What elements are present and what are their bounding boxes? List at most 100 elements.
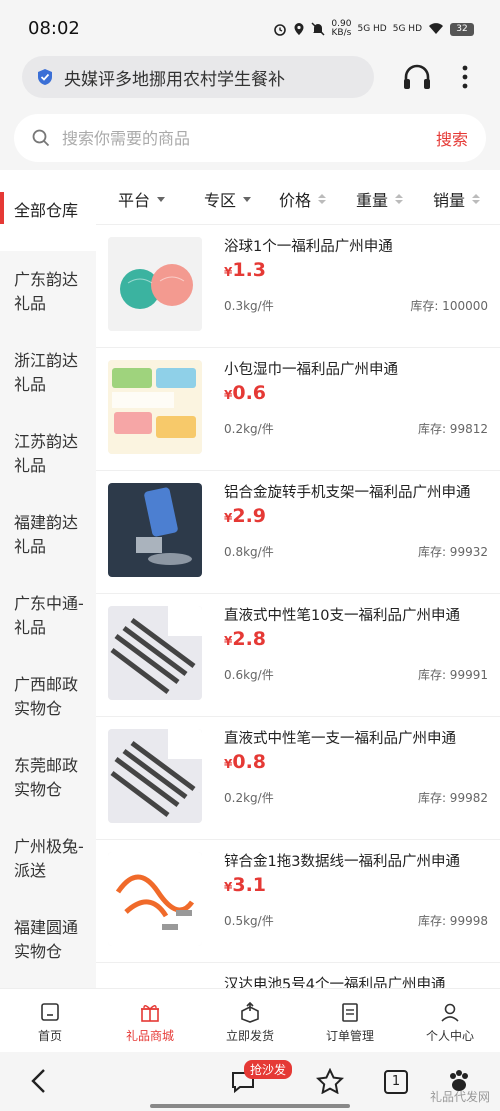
sidebar-item[interactable]: 广东中通-礼品 (0, 575, 96, 656)
tab-home[interactable]: 首页 (0, 989, 100, 1052)
sidebar-item-all[interactable]: 全部仓库 (0, 170, 96, 251)
search-area: 搜索 (0, 100, 500, 170)
product-image-cable (108, 852, 202, 946)
status-icons: 0.90 KB/s 5G HD 5G HD 32 (273, 20, 474, 38)
comment-badge: 抢沙发 (244, 1060, 293, 1079)
product-stock: 库存: 99998 (417, 914, 488, 928)
sidebar-item[interactable]: 福建圆通实物仓 (0, 899, 96, 980)
sidebar-item[interactable]: 广州极兔-派送 (0, 818, 96, 899)
mute-icon (311, 22, 325, 36)
tabs-counter[interactable]: 1 (384, 1070, 408, 1094)
signal-1: 5G HD (357, 23, 387, 34)
sort-sales[interactable]: 销量 (433, 187, 481, 211)
product-item[interactable]: 直液式中性笔10支一福利品广州申通 ¥2.8 0.6kg/件 库存: 99991 (96, 593, 500, 716)
product-name: 铝合金旋转手机支架一福利品广州申通 (224, 485, 471, 501)
product-image-bath-ball (108, 237, 202, 331)
search-input[interactable] (62, 128, 412, 148)
sort-arrows-icon (318, 194, 327, 204)
user-icon (441, 1003, 459, 1022)
more-options-icon[interactable] (460, 64, 470, 90)
star-icon[interactable] (316, 1068, 344, 1094)
headset-icon[interactable] (402, 64, 432, 90)
gift-icon (141, 1005, 159, 1022)
top-bar: 央媒评多地挪用农村学生餐补 (0, 52, 500, 100)
status-time: 08:02 (28, 18, 80, 39)
product-name: 锌合金1拖3数据线一福利品广州申通 (224, 854, 460, 870)
sidebar-item-label: 浙江韵达礼品 (14, 350, 79, 394)
alarm-icon (274, 24, 287, 36)
product-stock: 库存: 99991 (417, 668, 488, 682)
product-weight: 0.2kg/件 (224, 422, 274, 436)
search-button[interactable]: 搜索 (436, 126, 468, 150)
product-price: ¥3.1 (224, 874, 267, 896)
product-image-wet-wipes (108, 360, 202, 454)
tab-gift-mall[interactable]: 礼品商城 (100, 989, 200, 1052)
system-nav-bar: 抢沙发 1 礼品代发网 (0, 1052, 500, 1111)
product-item[interactable]: 锌合金1拖3数据线一福利品广州申通 ¥3.1 0.5kg/件 库存: 99998 (96, 839, 500, 962)
product-name: 直液式中性笔一支一福利品广州申通 (224, 731, 456, 747)
product-weight: 0.3kg/件 (224, 299, 274, 313)
product-weight: 0.8kg/件 (224, 545, 274, 559)
wifi-icon (429, 23, 443, 34)
product-name: 浴球1个一福利品广州申通 (224, 239, 393, 255)
back-icon[interactable] (30, 1068, 46, 1094)
sidebar-item-label: 广西邮政实物仓 (14, 674, 79, 718)
sort-price[interactable]: 价格 (279, 187, 327, 211)
home-icon (41, 1003, 59, 1021)
shield-icon (38, 69, 52, 85)
sidebar-item[interactable]: 广西邮政实物仓 (0, 656, 96, 737)
warehouse-sidebar: 全部仓库 广东韵达礼品 浙江韵达礼品 江苏韵达礼品 福建韵达礼品 广东中通-礼品… (0, 170, 96, 988)
dropdown-caret-icon (157, 196, 166, 202)
sidebar-item-label: 广东韵达礼品 (14, 269, 79, 313)
tab-profile[interactable]: 个人中心 (400, 989, 500, 1052)
product-list: 浴球1个一福利品广州申通 ¥1.3 0.3kg/件 库存: 100000 小包湿… (96, 224, 500, 988)
product-item[interactable]: 铝合金旋转手机支架一福利品广州申通 ¥2.9 0.8kg/件 库存: 99932 (96, 470, 500, 593)
watermark-text: 礼品代发网 (429, 1090, 490, 1104)
signal-2: 5G HD (392, 23, 422, 34)
sort-weight[interactable]: 重量 (356, 187, 404, 211)
sort-platform[interactable]: 平台 (118, 187, 166, 211)
sort-zone[interactable]: 专区 (204, 187, 252, 211)
product-item[interactable]: 浴球1个一福利品广州申通 ¥1.3 0.3kg/件 库存: 100000 (96, 224, 500, 347)
product-item[interactable]: 小包湿巾一福利品广州申通 ¥0.6 0.2kg/件 库存: 99812 (96, 347, 500, 470)
sidebar-item[interactable]: 江苏韵达礼品 (0, 413, 96, 494)
product-weight: 0.6kg/件 (224, 668, 274, 682)
product-weight: 0.5kg/件 (224, 914, 274, 928)
product-price: ¥1.3 (224, 259, 267, 281)
address-bar[interactable]: 央媒评多地挪用农村学生餐补 (22, 56, 374, 98)
product-stock: 库存: 99812 (417, 422, 488, 436)
clipboard-icon (342, 1003, 358, 1022)
gesture-handle[interactable] (150, 1104, 350, 1108)
sidebar-item-label: 福建圆通实物仓 (14, 917, 79, 961)
location-icon (294, 23, 304, 35)
sidebar-item-label: 江苏韵达礼品 (14, 431, 79, 475)
sort-arrows-icon (472, 194, 481, 204)
sidebar-item-label: 广东中通-礼品 (14, 593, 84, 637)
sidebar-item[interactable]: 福建韵达礼品 (0, 494, 96, 575)
sidebar-item[interactable]: 广东韵达礼品 (0, 251, 96, 332)
search-box: 搜索 (14, 114, 486, 162)
product-price: ¥0.8 (224, 751, 267, 773)
product-name: 汉达电池5号4个一福利品广州申通 (224, 977, 446, 988)
sidebar-item[interactable]: 东莞邮政实物仓 (0, 737, 96, 818)
product-image-gel-pen (108, 729, 202, 823)
product-item[interactable]: 直液式中性笔一支一福利品广州申通 ¥0.8 0.2kg/件 库存: 99982 (96, 716, 500, 839)
sidebar-item-label: 东莞邮政实物仓 (14, 755, 79, 799)
dropdown-caret-icon (243, 196, 252, 202)
battery-indicator: 32 (450, 22, 474, 36)
sidebar-item[interactable]: 浙江韵达礼品 (0, 332, 96, 413)
product-weight: 0.2kg/件 (224, 791, 274, 805)
tab-ship-now[interactable]: 立即发货 (200, 989, 300, 1052)
product-price: ¥0.6 (224, 382, 267, 404)
sort-arrows-icon (395, 194, 404, 204)
product-name: 直液式中性笔10支一福利品广州申通 (224, 608, 460, 624)
net-speed: 0.90 KB/s (331, 19, 352, 38)
product-image-gel-pens (108, 606, 202, 700)
tab-orders[interactable]: 订单管理 (300, 989, 400, 1052)
address-text: 央媒评多地挪用农村学生餐补 (64, 69, 285, 90)
sort-bar: 平台 专区 价格 重量 销量 (96, 170, 500, 224)
product-stock: 库存: 100000 (410, 299, 488, 313)
product-stock: 库存: 99982 (417, 791, 488, 805)
product-image-phone-stand (108, 483, 202, 577)
product-item[interactable]: 汉达电池5号4个一福利品广州申通 (96, 962, 500, 988)
